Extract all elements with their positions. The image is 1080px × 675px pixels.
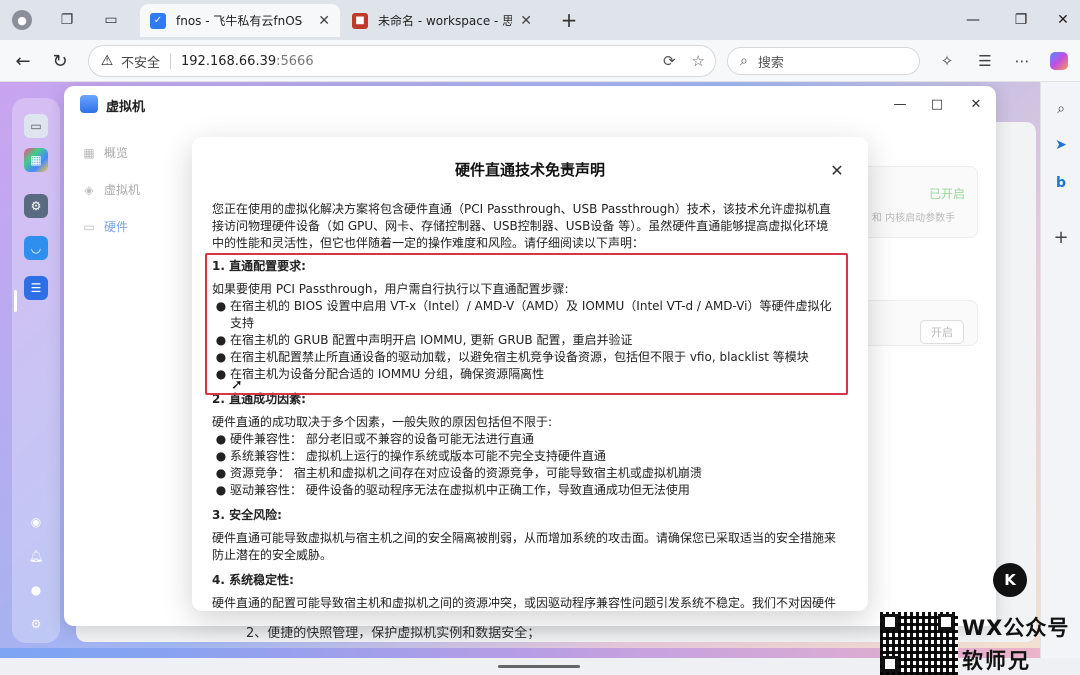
list-item: ● 在宿主机配置禁止所直通设备的驱动加载，以避免宿主机竞争设备资源，包括但不限于 … [215, 350, 809, 364]
close-icon[interactable]: ✕ [966, 94, 986, 114]
tab-title: 未命名 - workspace - 思源笔 [378, 14, 513, 28]
favorite-star-icon[interactable]: ☆ [692, 52, 705, 70]
nav-label: 虚拟机 [104, 183, 141, 197]
favorites-icon[interactable]: ☰ [974, 50, 996, 72]
restore-icon[interactable]: ❐ [998, 8, 1044, 32]
vm-app-icon [80, 95, 98, 113]
nav-item-vm[interactable]: ◈ 虚拟机 [76, 171, 196, 208]
vertical-tabs-icon[interactable]: ▭ [99, 8, 123, 32]
search-placeholder: 搜索 [757, 55, 784, 71]
copilot-icon[interactable] [1048, 50, 1070, 72]
edge-sidebar: ⌕ ➤ b + [1040, 82, 1080, 658]
vm-window-header: 虚拟机 — □ ✕ [64, 86, 996, 122]
fnos-favicon: ✓ [150, 12, 166, 29]
list-item: ● 在宿主机的 GRUB 配置中声明开启 IOMMU, 更新 GRUB 配置，重启… [215, 333, 633, 347]
disk-icon: ▭ [83, 219, 95, 234]
list-item: ● 资源竞争： 宿主机和虚拟机之间存在对应设备的资源竞争，可能导致宿主机或虚拟机崩… [215, 466, 702, 480]
wechat-name: 软师兄 [962, 649, 1031, 673]
desktop-dock: ▭ ▦ ⚙ ◡ ☰ ◉ 🔔︎ ● ⚙ [12, 98, 60, 643]
network-icon[interactable]: ◉ [24, 510, 48, 534]
app-store-icon[interactable]: ◡ [24, 236, 48, 260]
extensions-icon[interactable]: ✧ [936, 50, 958, 72]
warning-icon[interactable]: ⚠ [99, 53, 115, 69]
list-item: ● 在宿主机的 BIOS 设置中启用 VT-x（Intel）/ AMD-V（AMD… [215, 299, 832, 330]
vm-sidebar: ▦ 概览 ◈ 虚拟机 ▭ 硬件 [76, 134, 196, 245]
nav-label: 硬件 [104, 220, 129, 234]
notification-icon[interactable]: 🔔︎ [24, 544, 48, 568]
apps-grid-icon[interactable]: ▦ [24, 148, 48, 172]
mouse-cursor-icon: ➚ [231, 377, 243, 393]
divider [170, 53, 172, 69]
modal-title: 硬件直通技术免责声明 [454, 161, 605, 179]
disclaimer-modal: 硬件直通技术免责声明 ✕ 您正在使用的虚拟化解决方案将包含硬件直通（PCI Pa… [192, 137, 868, 611]
vm-app-icon[interactable]: ☰ [24, 276, 48, 300]
browser-tabbar: ● ❐ ▭ ✓ fnos - 飞牛私有云fnOS ✕ ■ 未命名 - works… [0, 0, 1080, 40]
qr-code-image [880, 612, 958, 675]
k-logo-badge: K [993, 563, 1027, 597]
enable-button[interactable]: 开启 [920, 320, 964, 344]
list-item: ● 驱动兼容性： 硬件设备的驱动程序无法在虚拟机中正确工作，导致直通成功但无法使用 [215, 483, 690, 497]
close-icon[interactable]: ✕ [826, 159, 848, 181]
tab-fnos[interactable]: ✓ fnos - 飞牛私有云fnOS ✕ [140, 4, 340, 37]
search-icon[interactable]: ⌕ [1050, 98, 1072, 120]
status-badge: 已开启 [929, 187, 966, 201]
siyuan-favicon: ■ [352, 12, 368, 29]
section-lead: 硬件直通的成功取决于多个因素，一般失败的原因包括但不限于: [212, 415, 553, 429]
active-indicator [14, 290, 17, 312]
section-lead: 如果要使用 PCI Passthrough，用户需自行执行以下直通配置步骤: [212, 282, 569, 296]
section-heading: 4. 系统稳定性: [212, 573, 294, 587]
section-heading: 3. 安全风险: [212, 508, 282, 522]
nav-label: 概览 [104, 146, 129, 160]
minimize-icon[interactable]: — [950, 8, 996, 32]
close-icon[interactable]: ✕ [520, 13, 532, 29]
section-heading: 1. 直通配置要求: [212, 259, 306, 273]
settings-icon[interactable]: ⚙ [24, 194, 48, 218]
modal-body[interactable]: 您正在使用的虚拟化解决方案将包含硬件直通（PCI Passthrough、USB… [212, 201, 836, 611]
nav-item-hardware[interactable]: ▭ 硬件 [76, 208, 196, 245]
maximize-icon[interactable]: □ [927, 94, 947, 114]
section-heading: 2. 直通成功因素: [212, 392, 306, 406]
gear-icon[interactable]: ⚙ [24, 612, 48, 636]
back-icon[interactable]: ← [11, 49, 35, 73]
security-label[interactable]: 不安全 [121, 52, 160, 71]
refresh-icon[interactable]: ↻ [48, 49, 72, 73]
workspaces-icon[interactable]: ❐ [55, 8, 79, 32]
more-icon[interactable]: ⋯ [1011, 50, 1033, 72]
url-port: :5666 [276, 53, 314, 69]
monitor-icon[interactable]: ▭ [24, 114, 48, 138]
bing-icon[interactable]: b [1050, 172, 1072, 194]
user-icon[interactable]: ● [24, 578, 48, 602]
nav-item-overview[interactable]: ▦ 概览 [76, 134, 196, 171]
tab-title: fnos - 飞牛私有云fnOS [176, 14, 303, 28]
profile-icon[interactable]: ● [10, 8, 34, 32]
list-item: ● 在宿主机为设备分配合适的 IOMMU 分组，确保资源隔离性 [215, 367, 545, 381]
translate-icon[interactable]: ⟳ [663, 52, 676, 70]
telegram-icon[interactable]: ➤ [1050, 134, 1072, 156]
tab-siyuan[interactable]: ■ 未命名 - workspace - 思源笔 ✕ [342, 4, 542, 37]
add-icon[interactable]: + [1050, 226, 1072, 248]
address-bar[interactable]: ⚠ 不安全 192.168.66.39 :5666 ⟳ ☆ [88, 45, 716, 77]
minimize-icon[interactable]: — [890, 94, 910, 114]
hint-text: 和 内核启动参数手 [872, 213, 956, 224]
list-item: ● 硬件兼容性： 部分老旧或不兼容的设备可能无法进行直通 [215, 432, 534, 446]
list-item: ● 系统兼容性： 虚拟机上运行的操作系统或版本可能不完全支持硬件直通 [215, 449, 606, 463]
intro-paragraph: 您正在使用的虚拟化解决方案将包含硬件直通（PCI Passthrough、USB… [212, 202, 831, 250]
browser-toolbar: ← ↻ ⚠ 不安全 192.168.66.39 :5666 ⟳ ☆ ⌕ 搜索 ✧… [0, 40, 1080, 82]
close-icon[interactable]: ✕ [318, 13, 330, 29]
section-lead: 硬件直通可能导致虚拟机与宿主机之间的安全隔离被削弱，从而增加系统的攻击面。请确保… [212, 531, 837, 562]
new-tab-icon[interactable]: + [557, 8, 581, 32]
window-title: 虚拟机 [106, 100, 146, 115]
close-window-icon[interactable]: ✕ [1040, 8, 1080, 32]
scroll-handle[interactable] [498, 665, 580, 668]
search-icon: ⌕ [740, 53, 748, 69]
wechat-label: WX公众号 [962, 616, 1070, 640]
section-lead: 硬件直通的配置可能导致宿主机和虚拟机之间的资源冲突，或因驱动程序兼容性问题引发系… [212, 596, 836, 610]
grid-icon: ▦ [83, 145, 95, 160]
url-host: 192.168.66.39 [181, 53, 277, 69]
cube-icon: ◈ [84, 182, 94, 197]
search-box[interactable]: ⌕ 搜索 [727, 47, 920, 75]
